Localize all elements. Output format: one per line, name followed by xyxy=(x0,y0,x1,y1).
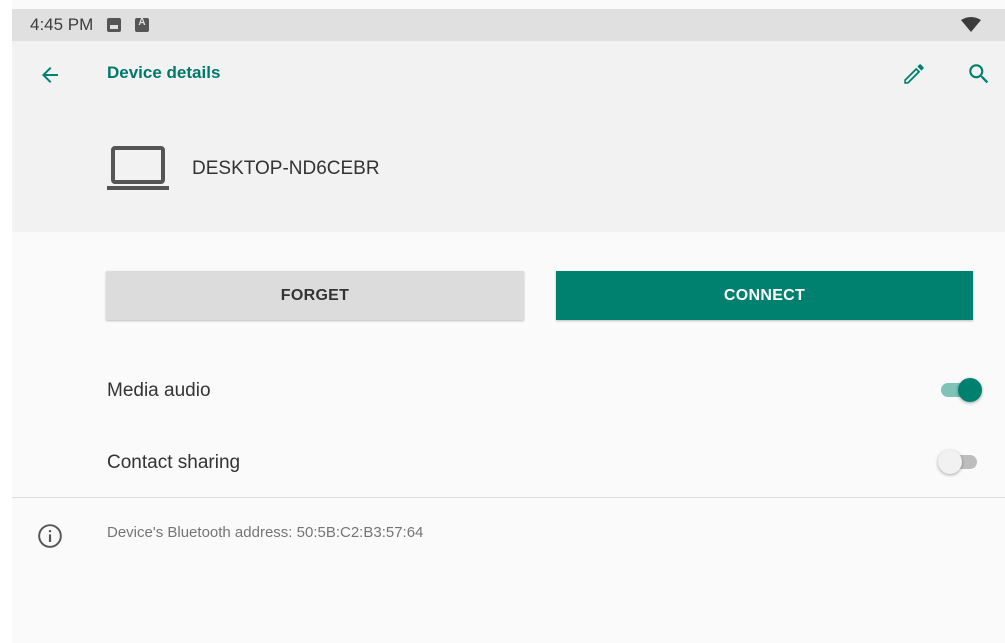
connect-button[interactable]: CONNECT xyxy=(556,271,973,320)
search-button[interactable] xyxy=(962,57,996,91)
media-audio-toggle[interactable] xyxy=(938,377,986,403)
page-title: Device details xyxy=(107,63,221,82)
status-bar: 4:45 PM xyxy=(12,9,1005,41)
setting-row-media-audio[interactable]: Media audio xyxy=(12,358,1005,422)
info-icon xyxy=(38,524,62,548)
status-time: 4:45 PM xyxy=(30,15,94,34)
setting-label: Media audio xyxy=(107,380,211,401)
search-icon xyxy=(969,64,989,84)
page-edge xyxy=(0,0,12,643)
device-name: DESKTOP-ND6CEBR xyxy=(192,158,380,179)
laptop-icon xyxy=(107,146,169,190)
switch-thumb xyxy=(958,378,982,402)
a-notification-icon xyxy=(135,17,150,32)
contact-sharing-toggle[interactable] xyxy=(938,449,986,475)
setting-label: Contact sharing xyxy=(107,452,241,473)
divider xyxy=(12,497,1005,498)
back-button[interactable] xyxy=(34,59,66,91)
device-header: Device details DESKTOP-ND6CEBR xyxy=(12,41,1005,232)
switch-thumb xyxy=(938,450,962,474)
arrow-back-icon xyxy=(42,67,58,83)
setting-row-contact-sharing[interactable]: Contact sharing xyxy=(12,430,1005,494)
wifi-icon xyxy=(961,17,981,32)
pencil-icon xyxy=(904,64,924,84)
bluetooth-address-text: Device's Bluetooth address: 50:5B:C2:B3:… xyxy=(107,524,424,541)
forget-button[interactable]: FORGET xyxy=(106,271,524,320)
image-notification-icon xyxy=(107,18,122,32)
rename-button[interactable] xyxy=(897,57,931,91)
